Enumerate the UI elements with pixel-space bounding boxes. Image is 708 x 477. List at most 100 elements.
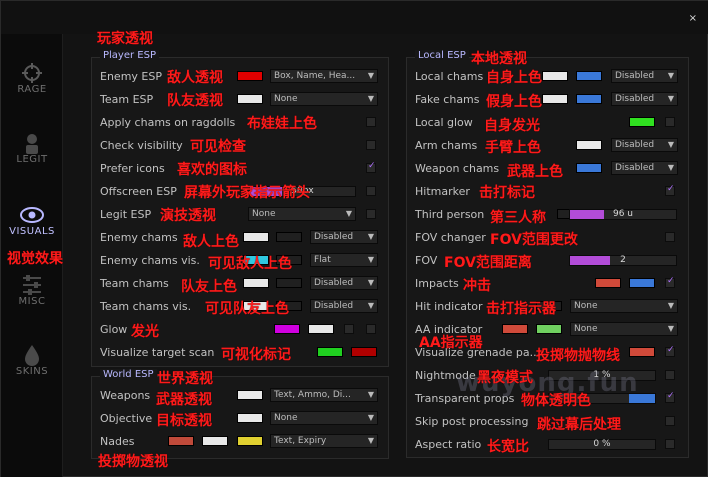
team-chams-color-2[interactable] [276,278,302,288]
sidebar-label: RAGE [17,84,47,95]
annotation-visuals: 视觉效果 [7,251,63,267]
skip-post-processing-label: Skip post processing [415,415,529,428]
annotation: 投掷物抛物线 [536,348,620,364]
objective-color[interactable] [237,413,263,423]
nightmode-checkbox[interactable] [665,370,675,380]
enemy-esp-color[interactable] [237,71,263,81]
weapon-chams-color[interactable] [576,163,602,173]
hitmarker-checkbox[interactable] [665,184,675,196]
skip-post-processing-checkbox[interactable] [665,416,675,426]
sidebar-item-skins[interactable]: SKINS [1,344,63,406]
local-chams-color[interactable] [542,71,568,81]
nades-color-2[interactable] [202,436,228,446]
annotation: 可见队友上色 [205,301,289,317]
fov-changer-label: FOV changer [415,231,486,244]
annotation: 自身发光 [484,118,540,134]
fov-label: FOV [415,254,438,267]
team-chams-dropdown[interactable]: Disabled ▼ [310,276,378,290]
prefer-icons-checkbox[interactable] [366,161,376,173]
aa-indicator-dropdown[interactable]: None ▼ [570,322,678,336]
nades-dropdown[interactable]: Text, Expiry ▼ [270,434,378,448]
annotation: 布娃娃上色 [247,116,317,132]
impacts-checkbox[interactable] [665,276,675,288]
third-person-slider[interactable]: 96 u [569,209,677,220]
team-esp-dropdown[interactable]: None ▼ [270,92,378,106]
fov-changer-checkbox[interactable] [665,232,675,242]
ragdoll-chams-checkbox[interactable] [366,117,376,127]
transparent-props-checkbox[interactable] [665,391,675,403]
local-glow-checkbox[interactable] [665,117,675,127]
offscreen-esp-label: Offscreen ESP [100,185,177,198]
fov-slider[interactable]: 2 [569,255,677,266]
local-chams-label: Local chams [415,70,484,83]
weapons-dropdown[interactable]: Text, Ammo, Di... ▼ [270,388,378,402]
fake-chams-color-2[interactable] [576,94,602,104]
enemy-esp-dropdown[interactable]: Box, Name, Hea... ▼ [270,69,378,83]
annotation: 击打标记 [479,185,535,201]
fake-chams-color[interactable] [542,94,568,104]
weapons-color[interactable] [237,390,263,400]
annotation: 物体透明色 [521,393,591,409]
ragdoll-chams-label: Apply chams on ragdolls [100,116,236,129]
annotation: 武器上色 [507,164,563,180]
enemy-chams-color[interactable] [243,232,269,242]
team-chams-label: Team chams [100,277,169,290]
hitmarker-label: Hitmarker [415,185,470,198]
target-scan-color[interactable] [317,347,343,357]
glow-checkbox[interactable] [366,324,376,334]
local-glow-color[interactable] [629,117,655,127]
sidebar-item-misc[interactable]: MISC [1,274,63,336]
aa-indicator-color[interactable] [502,324,528,334]
enemy-chams-vis-dropdown[interactable]: Flat ▼ [310,253,378,267]
local-chams-dropdown[interactable]: Disabled ▼ [611,69,678,83]
sidebar-label: LEGIT [16,154,48,165]
annotation: 假身上色 [486,94,542,110]
soldier-icon [26,134,38,154]
close-icon[interactable]: × [689,13,697,24]
glow-color[interactable] [274,324,300,334]
aspect-ratio-checkbox[interactable] [665,439,675,449]
objective-dropdown[interactable]: None ▼ [270,411,378,425]
grenade-path-color[interactable] [629,347,655,357]
arm-chams-color[interactable] [576,140,602,150]
aspect-ratio-slider[interactable]: 0 % [548,439,656,450]
sidebar-item-rage[interactable]: RAGE [1,62,63,124]
local-chams-color-2[interactable] [576,71,602,81]
impacts-color[interactable] [595,278,621,288]
team-chams-color[interactable] [243,278,269,288]
glow-color-2[interactable] [308,324,334,334]
nades-color-1[interactable] [168,436,194,446]
arm-chams-dropdown[interactable]: Disabled ▼ [611,138,678,152]
third-person-label: Third person [415,208,485,221]
annotation: 黑夜模式 [477,370,533,386]
annotation: AA指示器 [419,335,483,351]
grenade-path-checkbox[interactable] [665,345,675,357]
team-chams-vis-dropdown[interactable]: Disabled ▼ [310,299,378,313]
offscreen-esp-checkbox[interactable] [366,186,376,196]
panel-title: Player ESP [100,50,159,61]
enemy-chams-dropdown[interactable]: Disabled ▼ [310,230,378,244]
annotation: 队友上色 [181,279,237,295]
sidebar-item-legit[interactable]: LEGIT [1,132,63,194]
aa-indicator-color-2[interactable] [536,324,562,334]
fake-chams-dropdown[interactable]: Disabled ▼ [611,92,678,106]
glow-checkbox-a[interactable] [344,324,354,334]
enemy-chams-color-2[interactable] [276,232,302,242]
annotation: 冲击 [463,278,491,294]
legit-esp-checkbox[interactable] [366,209,376,219]
team-esp-label: Team ESP [100,93,154,106]
target-scan-color-2[interactable] [351,347,377,357]
sliders-icon [23,275,41,295]
team-esp-color[interactable] [237,94,263,104]
fake-chams-label: Fake chams [415,93,480,106]
check-visibility-checkbox[interactable] [366,140,376,150]
legit-esp-dropdown[interactable]: None ▼ [248,207,356,221]
annotation: 演技透视 [160,208,216,224]
visualize-target-scan-label: Visualize target scan [100,346,215,359]
impacts-color-2[interactable] [629,278,655,288]
annotation: FOV范围更改 [490,232,578,248]
nades-color-3[interactable] [237,436,263,446]
weapon-chams-dropdown[interactable]: Disabled ▼ [611,161,678,175]
hit-indicator-dropdown[interactable]: None ▼ [570,299,678,313]
annotation: 长宽比 [487,439,529,455]
